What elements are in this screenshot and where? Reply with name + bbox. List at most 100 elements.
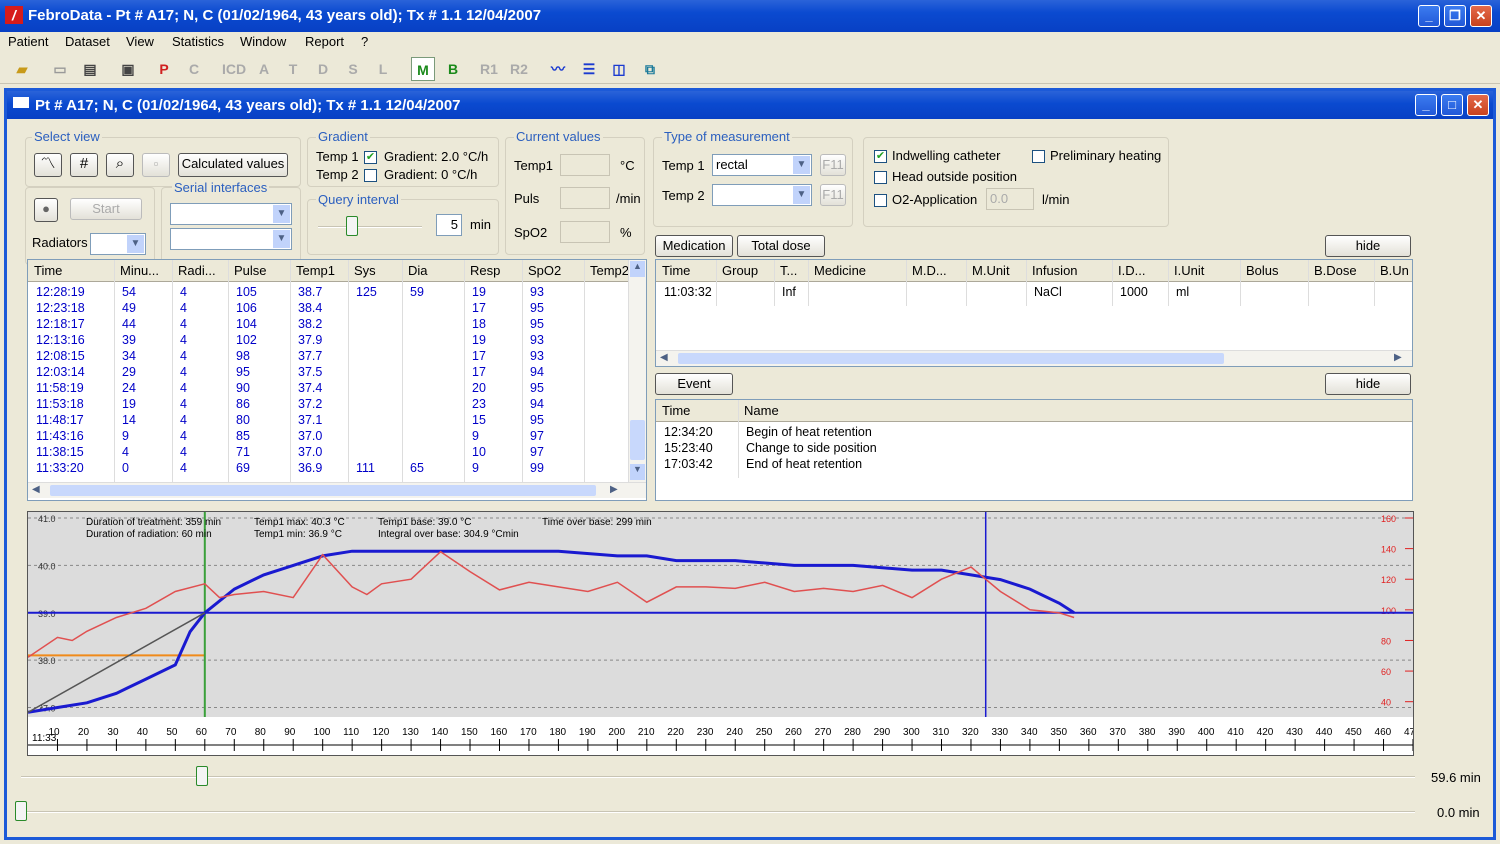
serial-interface-2-select[interactable]: ▼ — [170, 228, 292, 250]
toolbar-p-button[interactable]: P — [152, 57, 176, 81]
vitals-row[interactable]: 12:23:18 49 4 106 38.4 17 95 — [28, 300, 628, 316]
restore-icon[interactable]: ❐ — [1444, 5, 1466, 27]
scroll-left-icon[interactable]: ◀ — [32, 484, 40, 495]
scroll-left-icon[interactable]: ◀ — [660, 352, 668, 363]
measurement-temp1-select[interactable]: rectal ▼ — [712, 154, 812, 176]
menu-help[interactable]: ? — [361, 34, 368, 49]
toolbar-m-button[interactable]: M — [411, 57, 435, 81]
export-icon[interactable]: ⧉ — [638, 57, 662, 81]
o2-application-checkbox[interactable] — [874, 194, 887, 207]
query-interval-slider[interactable] — [346, 216, 358, 236]
settings-icon[interactable]: ▣ — [116, 57, 140, 81]
temp1-f11-button[interactable]: F11 — [820, 154, 846, 176]
list-icon[interactable]: ☰ — [577, 57, 601, 81]
medication-header-4[interactable]: M.D... — [912, 263, 947, 278]
preliminary-heating-checkbox[interactable] — [1032, 150, 1045, 163]
vitals-hscroll-thumb[interactable] — [50, 485, 596, 496]
vitals-header-0[interactable]: Time — [34, 263, 62, 278]
medication-header-0[interactable]: Time — [662, 263, 690, 278]
gradient-temp1-checkbox[interactable]: ✔ — [364, 151, 377, 164]
printer-icon[interactable]: ▤ — [78, 57, 102, 81]
child-close-icon[interactable]: ✕ — [1467, 94, 1489, 116]
time-slider-thumb[interactable] — [196, 766, 209, 786]
vitals-horizontal-scrollbar[interactable]: ◀ ▶ — [28, 482, 646, 498]
medication-hscroll-thumb[interactable] — [678, 353, 1224, 364]
vitals-row[interactable]: 11:48:17 14 4 80 37.1 15 95 — [28, 412, 628, 428]
vitals-row[interactable]: 11:58:19 24 4 90 37.4 20 95 — [28, 380, 628, 396]
medication-header-3[interactable]: Medicine — [814, 263, 866, 278]
medication-header-10[interactable]: B.Dose — [1314, 263, 1357, 278]
vitals-row[interactable]: 12:28:19 54 4 105 38.7 125 59 19 93 — [28, 284, 628, 300]
gradient-temp2-checkbox[interactable] — [364, 169, 377, 182]
serial-interface-1-select[interactable]: ▼ — [170, 203, 292, 225]
toolbar-c-button[interactable]: C — [182, 57, 206, 81]
radiators-select[interactable]: ▼ — [90, 233, 146, 255]
menu-window[interactable]: Window — [240, 34, 286, 49]
vitals-header-6[interactable]: Dia — [408, 263, 428, 278]
total-dose-button[interactable]: Total dose — [737, 235, 825, 257]
toolbar-l-button[interactable]: L — [371, 57, 395, 81]
blank-view-icon[interactable]: ▫ — [142, 153, 170, 177]
events-row[interactable]: 15:23:40 Change to side position — [656, 440, 1412, 456]
medication-header-6[interactable]: Infusion — [1032, 263, 1078, 278]
toolbar-t-button[interactable]: T — [281, 57, 305, 81]
table-icon[interactable]: ◫ — [607, 57, 631, 81]
scroll-right-icon[interactable]: ▶ — [1394, 352, 1402, 363]
vitals-vertical-scrollbar[interactable]: ▲ ▼ — [628, 260, 646, 482]
open-folder-icon[interactable]: ▰ — [10, 57, 34, 81]
event-hide-button[interactable]: hide — [1325, 373, 1411, 395]
medication-header-8[interactable]: I.Unit — [1174, 263, 1204, 278]
child-maximize-icon[interactable]: □ — [1441, 94, 1463, 116]
medication-hide-button[interactable]: hide — [1325, 235, 1411, 257]
toolbar-icd-button[interactable]: ICD — [220, 57, 248, 81]
vitals-header-8[interactable]: SpO2 — [528, 263, 561, 278]
medication-header-7[interactable]: I.D... — [1118, 263, 1145, 278]
vitals-header-4[interactable]: Temp1 — [296, 263, 335, 278]
events-row[interactable]: 12:34:20 Begin of heat retention — [656, 424, 1412, 440]
menu-view[interactable]: View — [126, 34, 154, 49]
record-icon[interactable]: ● — [34, 198, 58, 222]
menu-patient[interactable]: Patient — [8, 34, 48, 49]
offset-slider-thumb[interactable] — [15, 801, 27, 821]
medication-row[interactable]: 11:03:32 Inf NaCl 1000 ml — [656, 284, 1412, 300]
toolbar-d-button[interactable]: D — [311, 57, 335, 81]
vitals-header-2[interactable]: Radi... — [178, 263, 216, 278]
toolbar-r2-button[interactable]: R2 — [507, 57, 531, 81]
toolbar-b-button[interactable]: B — [441, 57, 465, 81]
medication-button[interactable]: Medication — [655, 235, 733, 257]
vitals-header-7[interactable]: Resp — [470, 263, 500, 278]
chart-icon[interactable]: 〰 — [546, 57, 570, 81]
vitals-row[interactable]: 12:18:17 44 4 104 38.2 18 95 — [28, 316, 628, 332]
vitals-header-1[interactable]: Minu... — [120, 263, 159, 278]
toolbar-r1-button[interactable]: R1 — [477, 57, 501, 81]
medication-header-1[interactable]: Group — [722, 263, 758, 278]
vitals-header-9[interactable]: Temp2 — [590, 263, 629, 278]
vitals-header-5[interactable]: Sys — [354, 263, 376, 278]
indwelling-catheter-checkbox[interactable]: ✔ — [874, 150, 887, 163]
zoom-view-icon[interactable]: ⌕ — [106, 153, 134, 177]
event-button[interactable]: Event — [655, 373, 733, 395]
temp2-f11-button[interactable]: F11 — [820, 184, 846, 206]
minimize-icon[interactable]: _ — [1418, 5, 1440, 27]
vitals-row[interactable]: 11:43:16 9 4 85 37.0 9 97 — [28, 428, 628, 444]
events-row[interactable]: 17:03:42 End of heat retention — [656, 456, 1412, 472]
vitals-row[interactable]: 11:38:15 4 4 71 37.0 10 97 — [28, 444, 628, 460]
vitals-scroll-thumb[interactable] — [630, 420, 645, 460]
start-button[interactable]: Start — [70, 198, 142, 220]
measurement-temp2-select[interactable]: ▼ — [712, 184, 812, 206]
vitals-row[interactable]: 11:33:20 0 4 69 36.9 111 65 9 99 — [28, 460, 628, 476]
scroll-right-icon[interactable]: ▶ — [610, 484, 618, 495]
vitals-header-3[interactable]: Pulse — [234, 263, 267, 278]
curve-view-icon[interactable]: 〽 — [34, 153, 62, 177]
scroll-down-icon[interactable]: ▼ — [630, 464, 645, 480]
scroll-up-icon[interactable]: ▲ — [630, 261, 645, 277]
menu-dataset[interactable]: Dataset — [65, 34, 110, 49]
menu-report[interactable]: Report — [305, 34, 344, 49]
child-minimize-icon[interactable]: _ — [1415, 94, 1437, 116]
toolbar-s-button[interactable]: S — [341, 57, 365, 81]
toolbar-a-button[interactable]: A — [252, 57, 276, 81]
head-outside-checkbox[interactable] — [874, 171, 887, 184]
vitals-row[interactable]: 12:03:14 29 4 95 37.5 17 94 — [28, 364, 628, 380]
vitals-row[interactable]: 11:53:18 19 4 86 37.2 23 94 — [28, 396, 628, 412]
vitals-row[interactable]: 12:13:16 39 4 102 37.9 19 93 — [28, 332, 628, 348]
